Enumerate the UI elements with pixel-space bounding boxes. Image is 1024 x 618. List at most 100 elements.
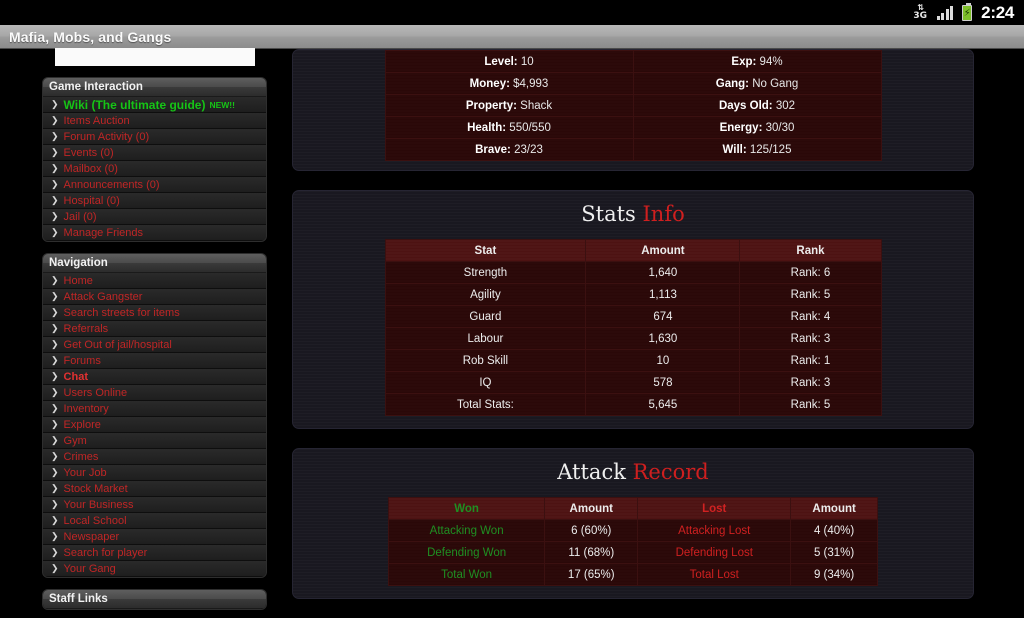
table-row: Labour 1,630 Rank: 3 (384, 327, 882, 350)
sidebar-item-label: Mailbox (0) (63, 162, 118, 175)
chevron-right-icon: ❯ (51, 435, 59, 445)
sidebar-item-get-out-of-jail-hospital[interactable]: ❯ Get Out of jail/hospital (43, 337, 266, 353)
chevron-right-icon: ❯ (51, 547, 59, 557)
player-stat-value: No Gang (752, 77, 799, 90)
chevron-right-icon: ❯ (51, 163, 59, 173)
player-stat-cell: Level: 10 (384, 50, 634, 73)
sidebar-item-your-gang[interactable]: ❯ Your Gang (43, 561, 266, 577)
stats-cell: Rank: 5 (739, 283, 882, 306)
sidebar-item-hospital-0[interactable]: ❯ Hospital (0) (43, 193, 266, 209)
player-stats-row: Brave: 23/23 Will: 125/125 (384, 138, 882, 161)
sidebar-item-explore[interactable]: ❯ Explore (43, 417, 266, 433)
player-stat-value: 30/30 (765, 121, 795, 134)
stats-cell: Rank: 3 (739, 327, 882, 350)
chevron-right-icon: ❯ (51, 339, 59, 349)
chevron-right-icon: ❯ (51, 371, 59, 381)
player-stat-value: 23/23 (514, 143, 543, 156)
attack-column-header: Won (387, 497, 546, 520)
player-stat-cell: Money: $4,993 (384, 72, 634, 95)
sidebar-item-search-for-player[interactable]: ❯ Search for player (43, 545, 266, 561)
stats-cell: Strength (384, 261, 587, 284)
player-stat-cell: Health: 550/550 (384, 116, 634, 139)
chevron-right-icon: ❯ (51, 115, 59, 125)
stats-cell: Rank: 6 (739, 261, 882, 284)
sidebar-item-label: Search for player (63, 546, 148, 559)
attack-record-heading-main: Attack (557, 460, 626, 484)
chevron-right-icon: ❯ (51, 227, 59, 237)
chevron-right-icon: ❯ (51, 451, 59, 461)
sidebar-item-your-job[interactable]: ❯ Your Job (43, 465, 266, 481)
player-stat-value: 125/125 (749, 143, 792, 156)
sidebar-item-label: Your Gang (63, 562, 116, 575)
player-stat-cell: Gang: No Gang (632, 72, 882, 95)
sidebar-item-label: Attack Gangster (63, 290, 143, 303)
sidebar-item-mailbox-0[interactable]: ❯ Mailbox (0) (43, 161, 266, 177)
stats-cell: Rank: 3 (739, 371, 882, 394)
chevron-right-icon: ❯ (51, 323, 59, 333)
sidebar-item-search-streets-for-items[interactable]: ❯ Search streets for items (43, 305, 266, 321)
browser-title-bar: Mafia, Mobs, and Gangs (0, 25, 1024, 49)
sidebar-item-newspaper[interactable]: ❯ Newspaper (43, 529, 266, 545)
sidebar-item-gym[interactable]: ❯ Gym (43, 433, 266, 449)
chevron-right-icon: ❯ (51, 275, 59, 285)
sidebar-item-jail-0[interactable]: ❯ Jail (0) (43, 209, 266, 225)
sidebar-item-local-school[interactable]: ❯ Local School (43, 513, 266, 529)
sidebar-item-label: Users Online (63, 386, 128, 399)
sidebar-item-manage-friends[interactable]: ❯ Manage Friends (43, 225, 266, 241)
stats-cell: 10 (585, 349, 741, 372)
sidebar-item-label: Crimes (63, 450, 99, 463)
sidebar-item-label: Your Business (63, 498, 134, 511)
table-row: Defending Won 11 (68%) Defending Lost 5 (31… (387, 541, 878, 564)
player-stat-label: Level: (484, 55, 518, 68)
sidebar-item-stock-market[interactable]: ❯ Stock Market (43, 481, 266, 497)
new-badge: NEW!! (209, 99, 235, 110)
sidebar: Game Interaction ❯ Wiki (The ultimate guid… (42, 48, 267, 610)
player-stat-value: 94% (759, 55, 783, 68)
stats-cell: 1,640 (585, 261, 741, 284)
sidebar-item-wiki-the-ultimate-guide[interactable]: ❯ Wiki (The ultimate guide) NEW!! (43, 97, 266, 113)
table-row: Total Won 17 (65%) Total Lost 9 (34%) (387, 563, 878, 586)
sidebar-item-attack-gangster[interactable]: ❯ Attack Gangster (43, 289, 266, 305)
sidebar-item-inventory[interactable]: ❯ Inventory (43, 401, 266, 417)
sidebar-item-announcements-0[interactable]: ❯ Announcements (0) (43, 177, 266, 193)
sidebar-item-chat[interactable]: ❯ Chat (43, 369, 266, 385)
stats-cell: 1,113 (585, 283, 741, 306)
sidebar-item-forum-activity-0[interactable]: ❯ Forum Activity (0) (43, 129, 266, 145)
stats-cell: Guard (384, 305, 587, 328)
main-content: Level: 10 Exp: 94% Money: $4,993 Gang: No G… (292, 49, 974, 618)
attack-column-header: Amount (790, 497, 878, 520)
sidebar-item-label: Home (63, 274, 93, 287)
stats-cell: IQ (384, 371, 587, 394)
chevron-right-icon: ❯ (51, 403, 59, 413)
player-stat-label: Will: (722, 143, 747, 156)
sidebar-item-crimes[interactable]: ❯ Crimes (43, 449, 266, 465)
sidebar-item-label: Search streets for items (63, 306, 180, 319)
sidebar-item-label: Get Out of jail/hospital (63, 338, 172, 351)
attack-cell: Defending Won (387, 541, 546, 564)
player-stat-label: Gang: (715, 77, 749, 90)
stats-column-header: Amount (585, 239, 741, 262)
player-stat-cell: Property: Shack (384, 94, 634, 117)
stats-cell: Total Stats: (384, 393, 587, 416)
sidebar-item-your-business[interactable]: ❯ Your Business (43, 497, 266, 513)
sidebar-item-label: Your Job (63, 466, 107, 479)
attack-cell: Total Won (387, 563, 546, 586)
sidebar-item-users-online[interactable]: ❯ Users Online (43, 385, 266, 401)
player-stat-label: Health: (467, 121, 507, 134)
ad-banner[interactable] (55, 48, 255, 66)
sidebar-item-items-auction[interactable]: ❯ Items Auction (43, 113, 266, 129)
player-stats-card: Level: 10 Exp: 94% Money: $4,993 Gang: No G… (292, 49, 974, 171)
status-bar-clock: 2:24 (981, 2, 1014, 22)
table-row: Agility 1,113 Rank: 5 (384, 283, 882, 306)
table-row: Total Stats: 5,645 Rank: 5 (384, 393, 882, 416)
stats-cell: Agility (384, 283, 587, 306)
chevron-right-icon: ❯ (51, 291, 59, 301)
player-stat-value: $4,993 (513, 77, 549, 90)
stats-cell: 674 (585, 305, 741, 328)
chevron-right-icon: ❯ (51, 195, 59, 205)
sidebar-item-referrals[interactable]: ❯ Referrals (43, 321, 266, 337)
sidebar-item-forums[interactable]: ❯ Forums (43, 353, 266, 369)
player-stat-cell: Will: 125/125 (632, 138, 882, 161)
sidebar-item-home[interactable]: ❯ Home (43, 273, 266, 289)
sidebar-item-events-0[interactable]: ❯ Events (0) (43, 145, 266, 161)
